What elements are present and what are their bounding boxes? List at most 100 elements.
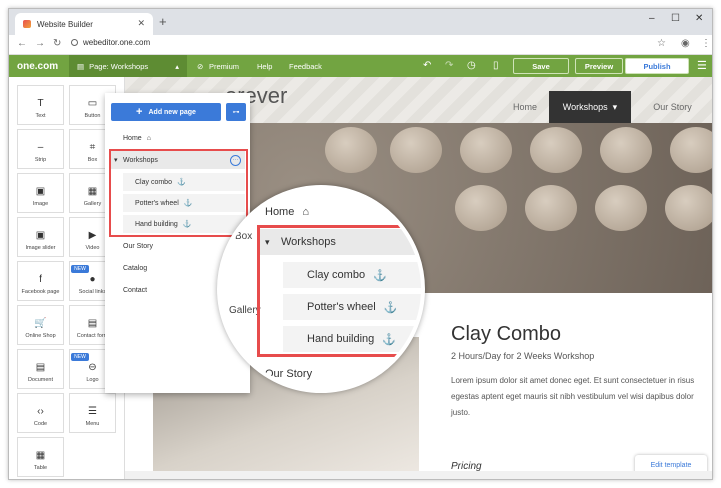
lock-icon [71,39,78,46]
close-tab-icon[interactable]: ✕ [137,18,145,29]
widget-label: Menu [85,421,100,427]
document-icon: ▤ [35,362,46,373]
box-label: Box [235,231,253,242]
widget-document[interactable]: ▤ Document [17,349,64,389]
clay-ball [665,185,712,231]
widget-image-slider[interactable]: ▣ Image slider [17,217,64,257]
widget-table[interactable]: ▦ Table [17,437,64,477]
nav-label: Workshops [562,102,608,112]
page-selector[interactable]: ▤ Page: Workshops ▴ [69,55,187,77]
browser-window: Website Builder ✕ + – ☐ ✕ ← → ↻ webedito… [8,8,713,480]
widget-code[interactable]: ‹› Code [17,393,64,433]
horizontal-scrollbar[interactable] [125,471,712,479]
close-window-icon[interactable]: ✕ [695,13,703,24]
widget-menu[interactable]: ☰ Menu [69,393,116,433]
site-nav-workshops[interactable]: Workshops ▾ [549,91,631,123]
page-icon: ▤ [77,61,85,71]
site-nav-our-story[interactable]: Our Story [631,91,712,123]
workshop-body[interactable]: Lorem ipsum dolor sit amet donec eget. E… [451,373,703,421]
widget-shop[interactable]: 🛒 Online Shop [17,305,64,345]
history-icon[interactable]: ◷ [467,60,476,71]
clay-ball [595,185,647,231]
page-selector-label: Page: Workshops [89,61,149,71]
url-field[interactable]: webeditor.one.com [71,38,150,47]
premium-icon: ⊘ [197,62,204,71]
publish-button[interactable]: Publish [625,58,689,74]
lens-highlight-box [257,225,421,357]
reload-icon[interactable]: ↻ [53,38,61,49]
clay-ball [530,127,582,173]
more-icon[interactable]: ⋮ [701,38,711,49]
add-page-label: Add new page [148,108,196,116]
caret-up-icon: ▴ [175,61,179,71]
plus-icon: + [136,106,143,118]
account-icon[interactable]: ◉ [681,38,690,49]
menu-list-icon: ☰ [88,406,97,417]
tab-bar: Website Builder ✕ + – ☐ ✕ [9,9,712,35]
widget-label: Code [33,421,48,427]
favicon-icon [23,20,31,28]
video-icon: ▶ [88,230,97,241]
page-item-home[interactable]: Home ⌂ [111,129,245,147]
preview-button[interactable]: Preview [575,58,623,74]
zoom-lens: Box Gallery Home ⌂ ▾ Workshops Clay combo ⚓… [217,185,425,393]
clay-ball [325,127,377,173]
table-icon: ▦ [35,450,46,461]
add-link-button[interactable]: ⊶ [226,103,246,121]
logo: one.com [17,61,59,72]
redo-icon[interactable]: ↷ [445,60,453,71]
widget-label: Contact form [76,333,109,339]
widget-label: Strip [34,157,47,163]
address-bar: ← → ↻ webeditor.one.com ☆ ◉ ⋮ [9,35,712,55]
feedback-link[interactable]: Feedback [289,62,322,71]
site-nav-home[interactable]: Home [501,91,549,123]
new-tab-button[interactable]: + [159,14,167,29]
undo-icon[interactable]: ↶ [423,60,431,71]
lens-item-our-story: Our Story [257,361,421,387]
premium-link[interactable]: Premium [209,62,239,71]
tab-title: Website Builder [37,19,93,29]
clay-ball [525,185,577,231]
minimize-icon[interactable]: – [649,13,655,24]
gallery-label: Gallery [229,305,261,316]
editor-toolbar: one.com ▤ Page: Workshops ▴ ⊘ Premium He… [9,55,712,77]
lens-item-home: Home ⌂ [257,199,421,225]
widget-label: Gallery [83,201,102,207]
widget-text[interactable]: T Text [17,85,64,125]
clay-ball [670,127,712,173]
widget-label: Table [33,465,48,471]
home-icon: ⌂ [146,134,151,142]
mobile-icon[interactable]: ▯ [493,60,499,71]
menu-icon[interactable]: ☰ [697,59,707,72]
widget-label: Facebook page [21,289,60,295]
new-badge: NEW [71,265,89,273]
widget-image[interactable]: ▣ Image [17,173,64,213]
widget-facebook[interactable]: f Facebook page [17,261,64,301]
star-icon[interactable]: ☆ [657,38,666,49]
home-icon: ⌂ [302,206,309,218]
slider-icon: ▣ [35,230,46,241]
add-page-button[interactable]: + Add new page [111,103,221,121]
workshop-subtitle[interactable]: 2 Hours/Day for 2 Weeks Workshop [451,351,594,361]
clay-ball [460,127,512,173]
workshop-title[interactable]: Clay Combo [451,323,561,346]
save-button[interactable]: Save [513,58,569,74]
clay-ball [600,127,652,173]
back-icon[interactable]: ← [17,38,27,49]
widget-label: Button [84,113,101,119]
widget-label: Box [87,157,98,163]
page-item-label: Home [123,134,142,142]
widget-label: Logo [86,377,99,383]
widget-label: Image [32,201,49,207]
clay-ball [455,185,507,231]
help-link[interactable]: Help [257,62,272,71]
widget-label: Social links [78,289,107,295]
maximize-icon[interactable]: ☐ [671,13,680,24]
widget-strip[interactable]: – Strip [17,129,64,169]
browser-tab[interactable]: Website Builder ✕ [15,13,153,35]
forward-icon[interactable]: → [35,38,45,49]
strip-icon: – [37,142,44,153]
widget-label: Image slider [25,245,56,251]
form-icon: ▤ [87,318,98,329]
highlight-box [109,149,248,237]
